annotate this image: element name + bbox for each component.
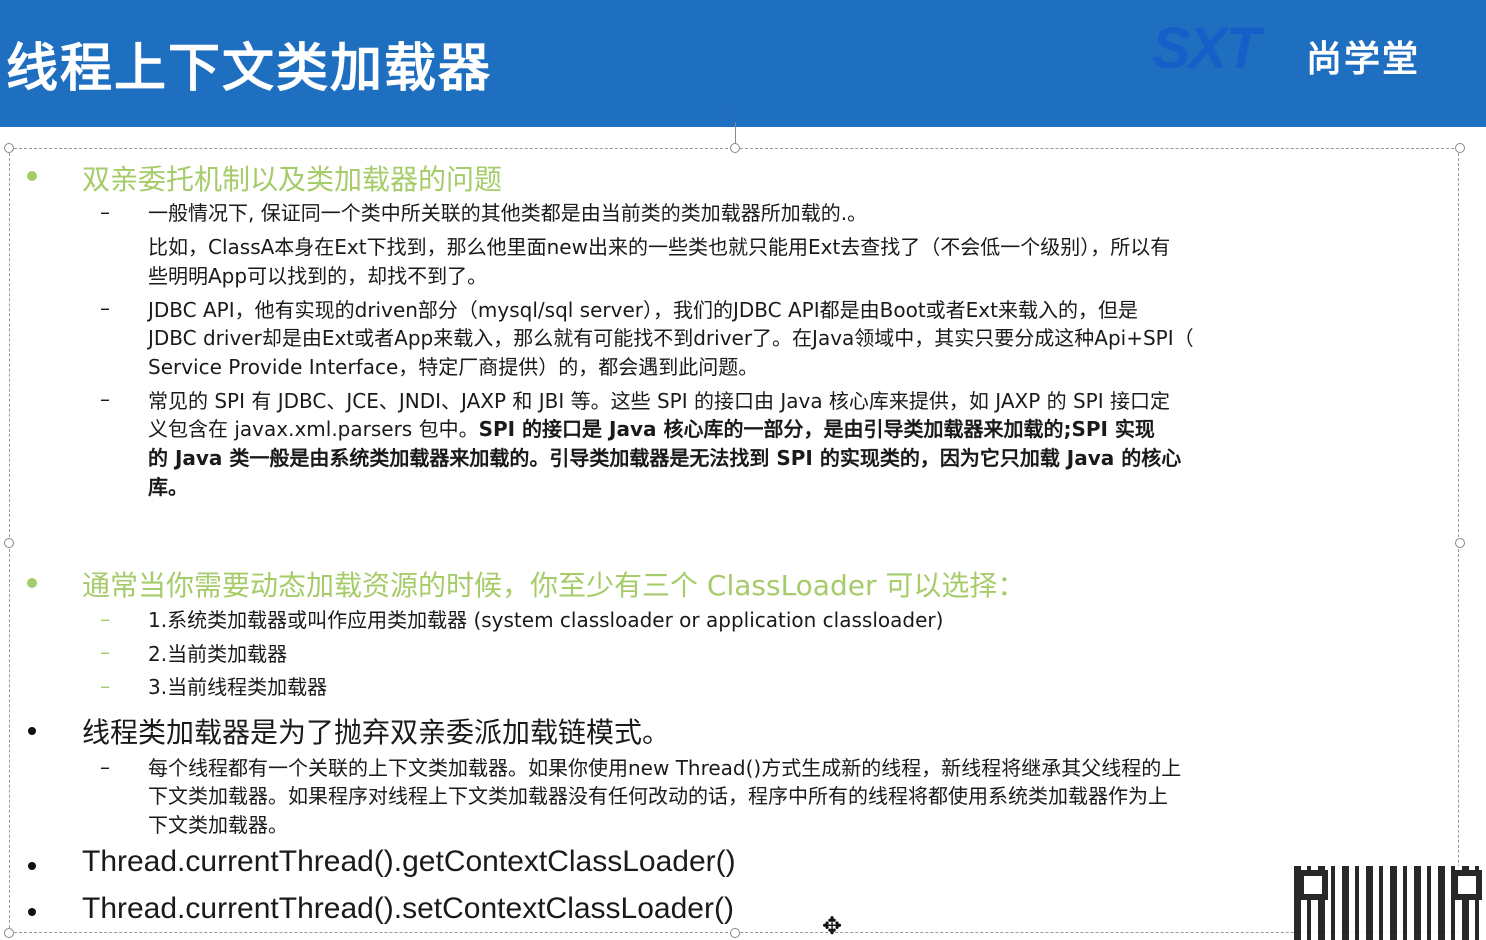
move-cursor-icon: ✥ bbox=[822, 912, 843, 940]
qr-code bbox=[1294, 866, 1486, 940]
section1-item3-line1: 常见的 SPI 有 JDBC、JCE、JNDI、JAXP 和 JBI 等。这些 … bbox=[148, 389, 1171, 413]
section2-heading: 通常当你需要动态加载资源的时候，你至少有三个 ClassLoader 可以选择： bbox=[82, 569, 1026, 602]
section1-item3-line4: 库。 bbox=[148, 475, 188, 499]
section1-item1-line2: 比如，ClassA本身在Ext下找到，那么他里面new出来的一些类也就只能用Ex… bbox=[148, 235, 1171, 259]
section1-item3-line3: 的 Java 类一般是由系统类加载器来加载的。引导类加载器是无法找到 SPI 的… bbox=[148, 446, 1182, 470]
section3-item-line2: 下文类加载器。如果程序对线程上下文类加载器没有任何改动的话，程序中所有的线程将都… bbox=[148, 784, 1168, 808]
dash-marker: – bbox=[100, 200, 110, 224]
section2-item-3: 3.当前线程类加载器 bbox=[148, 675, 328, 699]
section1-item2-line1: JDBC API，他有实现的driven部分（mysql/sql server）… bbox=[148, 298, 1138, 322]
section3-item-line3: 下文类加载器。 bbox=[148, 813, 288, 837]
code-line-get: Thread.currentThread().getContextClassLo… bbox=[82, 845, 736, 878]
slide-body: 双亲委托机制以及类加载器的问题 – 一般情况下, 保证同一个类中所关联的其他类都… bbox=[0, 0, 1486, 940]
bullet-dot bbox=[27, 171, 37, 181]
section2-item-1: 1.系统类加载器或叫作应用类加载器 (system classloader or… bbox=[148, 608, 944, 632]
bullet-dot bbox=[27, 578, 37, 588]
section1-heading: 双亲委托机制以及类加载器的问题 bbox=[82, 163, 503, 196]
section1-item3-line2-bold: SPI 的接口是 Java 核心库的一部分，是由引导类加载器来加载的;SPI 实… bbox=[478, 417, 1155, 441]
section1-item3-line2-normal: 义包含在 javax.xml.parsers 包中。 bbox=[148, 417, 479, 441]
dash-marker: – bbox=[100, 296, 110, 320]
section3-item-line1: 每个线程都有一个关联的上下文类加载器。如果你使用new Thread()方式生成… bbox=[148, 756, 1182, 780]
section2-item-2: 2.当前类加载器 bbox=[148, 642, 288, 666]
section3-heading: 线程类加载器是为了抛弃双亲委派加载链模式。 bbox=[82, 716, 671, 749]
bullet-dot bbox=[28, 727, 36, 735]
dash-marker: – bbox=[100, 607, 110, 631]
bullet-dot bbox=[28, 908, 36, 916]
section1-item3-line2: 义包含在 javax.xml.parsers 包中。SPI 的接口是 Java … bbox=[148, 415, 1155, 444]
code-line-set: Thread.currentThread().setContextClassLo… bbox=[82, 892, 734, 925]
section1-item2-line3: Service Provide Interface，特定厂商提供）的，都会遇到此… bbox=[148, 355, 759, 379]
dash-marker: – bbox=[100, 674, 110, 698]
dash-marker: – bbox=[100, 640, 110, 664]
section1-item2-line2: JDBC driver却是由Ext或者App来载入，那么就有可能找不到drive… bbox=[148, 326, 1194, 350]
bullet-dot bbox=[28, 862, 36, 870]
section1-item1-line1: 一般情况下, 保证同一个类中所关联的其他类都是由当前类的类加载器所加载的.。 bbox=[148, 201, 868, 225]
dash-marker: – bbox=[100, 387, 110, 411]
section1-item1-line3: 些明明App可以找到的，却找不到了。 bbox=[148, 264, 488, 288]
dash-marker: – bbox=[100, 755, 110, 779]
